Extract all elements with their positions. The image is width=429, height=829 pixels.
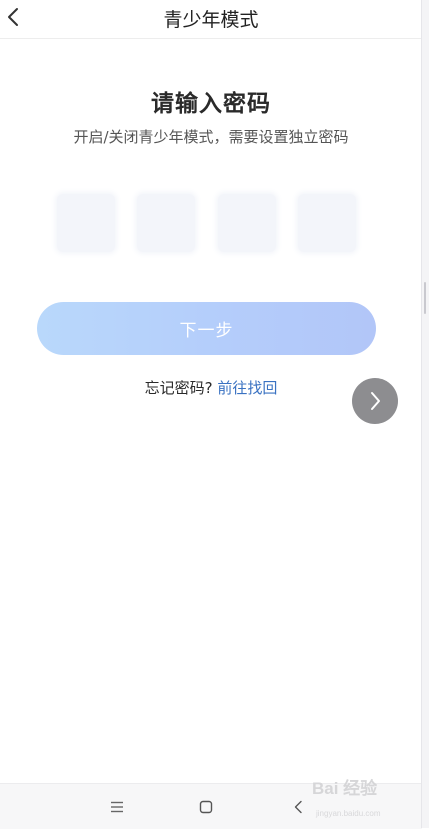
edge-handle[interactable] (424, 282, 426, 314)
back-chevron-icon (294, 800, 302, 814)
password-subtitle: 开启/关闭青少年模式，需要设置独立密码 (73, 128, 349, 146)
right-edge-strip (421, 0, 429, 828)
next-button[interactable]: 下一步 (37, 302, 376, 355)
page-title: 青少年模式 (163, 9, 259, 31)
top-bar: 青少年模式 (0, 0, 422, 39)
floating-next-button[interactable] (352, 378, 398, 424)
pin-input-row (57, 194, 357, 252)
menu-icon (111, 801, 123, 813)
pin-digit-4[interactable] (298, 194, 356, 252)
home-square-icon (199, 800, 213, 814)
chevron-right-icon (371, 392, 380, 410)
forgot-password-text: 忘记密码? (144, 379, 213, 397)
watermark-logo: Bai 经验 (312, 779, 378, 798)
pin-digit-3[interactable] (218, 194, 276, 252)
nav-menu-button[interactable] (104, 794, 130, 820)
nav-back-button[interactable] (285, 794, 311, 820)
page: 青少年模式 请输入密码 开启/关闭青少年模式，需要设置独立密码 下一步 忘记密码… (0, 0, 422, 829)
pin-digit-2[interactable] (137, 194, 195, 252)
password-heading: 请输入密码 (151, 91, 271, 117)
watermark-url: jingyan.baidu.com (316, 809, 381, 818)
nav-home-button[interactable] (193, 794, 219, 820)
pin-digit-1[interactable] (57, 194, 115, 252)
recover-password-link[interactable]: 前往找回 (217, 379, 277, 397)
